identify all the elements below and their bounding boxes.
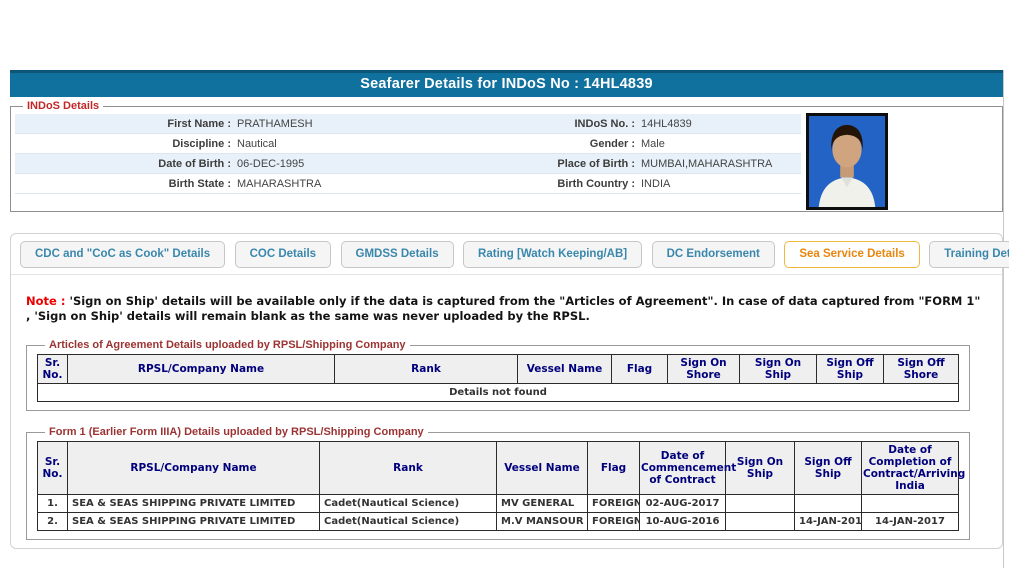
articles-of-agreement-legend-text: Articles of Agreement Details uploaded b…: [49, 339, 406, 351]
data-cell-sign-on-ship: [725, 512, 795, 531]
field-label: Discipline :: [172, 138, 231, 150]
header-cell: Date of Commencement of Contract: [639, 441, 736, 495]
field-value: Nautical: [237, 138, 277, 150]
data-cell-flag: FOREIGN: [587, 494, 640, 513]
data-cell-commencement-date: 10-AUG-2016: [639, 512, 726, 531]
tab-training-details[interactable]: Training Details: [929, 241, 1009, 268]
tab-separator: [11, 274, 1002, 275]
field-row: Discipline : Nautical Gender : Male: [15, 134, 801, 154]
header-cell: Rank: [319, 441, 497, 495]
field-label: Gender :: [589, 138, 635, 150]
data-cell-sign-off-ship: [794, 494, 862, 513]
seafarer-details-page: Seafarer Details for INDoS No : 14HL4839…: [0, 0, 1009, 568]
header-cell: Vessel Name: [517, 354, 612, 384]
field-label: Birth Country :: [557, 178, 635, 190]
indos-field-rows: First Name : PRATHAMESH INDoS No. : 14HL…: [15, 114, 801, 194]
header-cell: Vessel Name: [496, 441, 588, 495]
page-title: Seafarer Details for INDoS No : 14HL4839: [360, 76, 653, 92]
header-cell: Sign Off Ship: [794, 441, 862, 495]
header-cell: Sign On Ship: [739, 354, 817, 384]
field-label: Place of Birth :: [557, 158, 635, 170]
form1-details-table: Sr. No. RPSL/Company Name Rank Vessel Na…: [37, 441, 965, 531]
indos-details-legend: INDoS Details: [23, 100, 103, 112]
field-value: PRATHAMESH: [237, 118, 313, 130]
tab-rating-watch-keeping-ab[interactable]: Rating [Watch Keeping/AB]: [463, 241, 643, 268]
field-label: First Name :: [167, 118, 231, 130]
data-cell-sign-off-ship: 14-JAN-2017: [794, 512, 862, 531]
field-value: INDIA: [641, 178, 671, 190]
empty-result-row: Details not found: [37, 383, 959, 402]
header-cell: Sign Off Shore: [883, 354, 959, 384]
header-cell: Sign On Shore: [667, 354, 740, 384]
header-cell: Flag: [587, 441, 640, 495]
data-cell-sr-no: 2.: [37, 512, 68, 531]
tab-coc-details[interactable]: COC Details: [234, 241, 332, 268]
tab-bar: CDC and "CoC as Cook" Details COC Detail…: [11, 234, 1009, 268]
field-label: Birth State :: [168, 178, 231, 190]
form1-details-legend: Form 1 (Earlier Form IIIA) Details uploa…: [45, 426, 428, 438]
field-row: Birth State : MAHARASHTRA Birth Country …: [15, 174, 801, 194]
tab-dc-endorsement[interactable]: DC Endorsement: [651, 241, 775, 268]
field-value: 14HL4839: [641, 118, 692, 130]
data-cell-rank: Cadet(Nautical Science): [319, 494, 497, 513]
data-cell-vessel: M.V MANSOUR M: [496, 512, 588, 531]
data-cell-sr-no: 1.: [37, 494, 68, 513]
header-cell: RPSL/Company Name: [67, 441, 320, 495]
header-cell: Sr. No.: [37, 354, 68, 384]
tab-gmdss-details[interactable]: GMDSS Details: [340, 241, 454, 268]
data-cell-commencement-date: 02-AUG-2017: [639, 494, 726, 513]
field-row: Date of Birth : 06-DEC-1995 Place of Bir…: [15, 154, 801, 174]
page-title-bar: Seafarer Details for INDoS No : 14HL4839: [10, 70, 1003, 97]
note-body: 'Sign on Ship' details will be available…: [26, 294, 981, 323]
header-cell: Flag: [611, 354, 668, 384]
field-label: Date of Birth :: [158, 158, 231, 170]
data-cell-flag: FOREIGN: [587, 512, 640, 531]
note-prefix: Note :: [26, 294, 66, 308]
tab-content-panel: CDC and "CoC as Cook" Details COC Detail…: [10, 233, 1009, 549]
field-label: INDoS No. :: [574, 118, 636, 130]
header-cell: Sign Off Ship: [816, 354, 884, 384]
data-cell-company: SEA & SEAS SHIPPING PRIVATE LIMITED: [67, 494, 320, 513]
header-cell: Sr. No.: [37, 441, 68, 495]
table-row: 1. SEA & SEAS SHIPPING PRIVATE LIMITED C…: [37, 494, 959, 513]
data-cell-sign-on-ship: [725, 494, 795, 513]
articles-of-agreement-fieldset: Articles of Agreement Details uploaded b…: [26, 339, 970, 411]
header-cell: RPSL/Company Name: [67, 354, 335, 384]
indos-details-legend-text: INDoS Details: [27, 100, 100, 112]
table-row: 2. SEA & SEAS SHIPPING PRIVATE LIMITED C…: [37, 512, 959, 531]
data-cell-completion-date: [861, 494, 959, 513]
data-cell-rank: Cadet(Nautical Science): [319, 512, 497, 531]
table-header-row: Sr. No. RPSL/Company Name Rank Vessel Na…: [37, 354, 959, 384]
data-cell-company: SEA & SEAS SHIPPING PRIVATE LIMITED: [67, 512, 320, 531]
form1-details-legend-text: Form 1 (Earlier Form IIIA) Details uploa…: [49, 426, 424, 438]
seafarer-photo: [806, 113, 888, 210]
tab-cdc-coc-cook-details[interactable]: CDC and "CoC as Cook" Details: [20, 241, 226, 268]
tab-sea-service-details[interactable]: Sea Service Details: [784, 241, 920, 268]
note-text: Note : 'Sign on Ship' details will be av…: [26, 294, 988, 324]
header-cell: Rank: [334, 354, 518, 384]
field-value: MUMBAI,MAHARASHTRA: [641, 158, 773, 170]
field-value: 06-DEC-1995: [237, 158, 305, 170]
field-row: First Name : PRATHAMESH INDoS No. : 14HL…: [15, 114, 801, 134]
data-cell-vessel: MV GENERAL: [496, 494, 588, 513]
form1-details-fieldset: Form 1 (Earlier Form IIIA) Details uploa…: [26, 426, 970, 540]
field-value: MAHARASHTRA: [237, 178, 322, 190]
articles-of-agreement-legend: Articles of Agreement Details uploaded b…: [45, 339, 410, 351]
seafarer-photo-image: [809, 116, 885, 207]
table-header-row: Sr. No. RPSL/Company Name Rank Vessel Na…: [37, 441, 965, 495]
content-right-border: [1003, 70, 1004, 568]
field-value: Male: [641, 138, 665, 150]
details-not-found-message: Details not found: [37, 383, 959, 402]
articles-of-agreement-table: Sr. No. RPSL/Company Name Rank Vessel Na…: [37, 354, 959, 402]
data-cell-completion-date: 14-JAN-2017: [861, 512, 959, 531]
header-cell: Date of Completion of Contract/Arriving …: [861, 441, 965, 495]
